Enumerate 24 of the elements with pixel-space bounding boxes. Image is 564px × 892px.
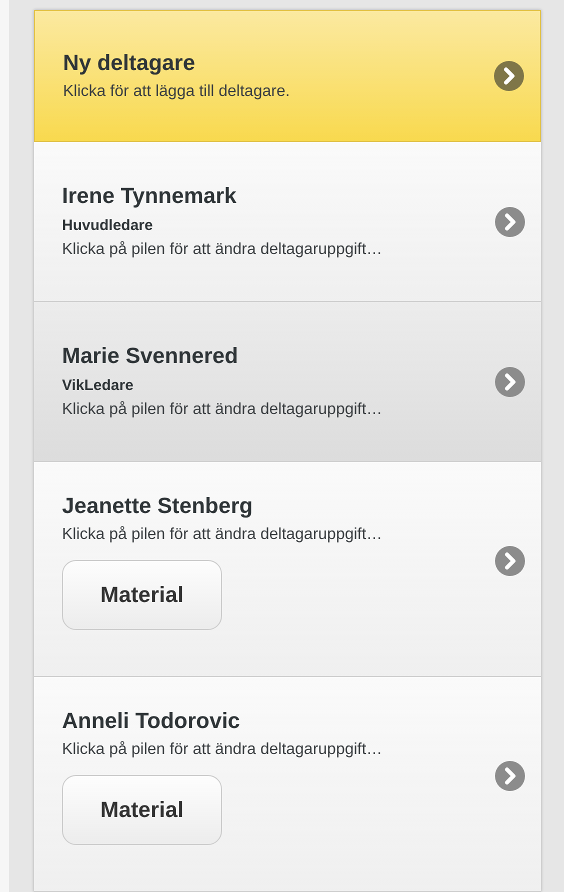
material-button[interactable]: Material (62, 775, 222, 845)
participant-item[interactable]: Anneli Todorovic Klicka på pilen för att ändra deltagaruppgift… Material (34, 677, 541, 892)
participant-hint: Klicka på pilen för att ändra deltagaruppgift… (62, 400, 382, 420)
add-participant-item[interactable]: Ny deltagare Klicka för att lägga till deltagare. (34, 10, 541, 142)
participant-name: Marie Svennered (62, 342, 238, 370)
participant-item[interactable]: Jeanette Stenberg Klicka på pilen för att ändra deltagaruppgift… Material (34, 462, 541, 677)
participant-hint: Klicka på pilen för att ändra deltagaruppgift… (62, 240, 382, 260)
participant-item[interactable]: Marie Svennered VikLedare Klicka på pilen för att ändra deltagaruppgift… (34, 302, 541, 462)
participant-hint: Klicka för att lägga till deltagare. (63, 82, 290, 102)
participant-role: Huvudledare (62, 217, 153, 235)
chevron-right-icon[interactable] (494, 61, 524, 91)
participant-name: Ny deltagare (63, 49, 196, 77)
participant-name: Irene Tynnemark (62, 182, 236, 210)
participant-name: Jeanette Stenberg (62, 492, 253, 520)
chevron-right-icon[interactable] (495, 206, 525, 236)
participant-hint: Klicka på pilen för att ändra deltagaruppgift… (62, 740, 382, 760)
chevron-right-icon[interactable] (495, 366, 525, 396)
participant-name: Anneli Todorovic (62, 707, 240, 735)
chevron-right-icon[interactable] (495, 546, 525, 576)
participant-role: VikLedare (62, 377, 134, 395)
chevron-right-icon[interactable] (495, 761, 525, 791)
material-button[interactable]: Material (62, 560, 222, 630)
participant-hint: Klicka på pilen för att ändra deltagaruppgift… (62, 525, 382, 545)
participant-item[interactable]: Irene Tynnemark Huvudledare Klicka på pilen för att ändra deltagaruppgift… (34, 142, 541, 302)
